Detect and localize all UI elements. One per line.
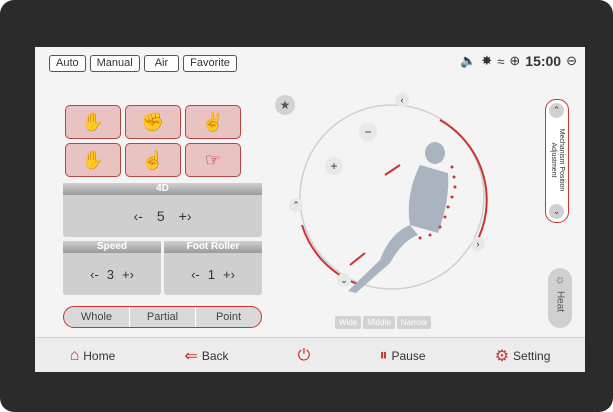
panel-4d-title: 4D — [63, 183, 262, 195]
recline-dial — [299, 104, 488, 293]
bluetooth-icon[interactable]: ✸ — [481, 53, 492, 69]
technique-grid: ✋ ✊ ✌ ✋ ☝ ☞ — [65, 105, 241, 177]
decrease-speed-button[interactable]: ‹- — [90, 267, 99, 282]
gear-icon: ⚙ — [494, 347, 510, 365]
back-label: Back — [201, 348, 229, 363]
area-partial-button[interactable]: Partial — [130, 307, 196, 327]
area-point-button[interactable]: Point — [196, 307, 261, 327]
clock: 15:00 — [525, 53, 562, 69]
mode-tabs: Auto Manual Air Favorite — [49, 55, 237, 72]
increase-4d-button[interactable]: +› — [179, 208, 192, 224]
area-whole-button[interactable]: Whole — [64, 307, 130, 327]
heat-button[interactable]: ☼ Heat — [548, 268, 572, 328]
value-4d: 5 — [156, 208, 165, 224]
width-narrow-button[interactable]: Narrow — [396, 316, 431, 329]
panel-4d: 4D ‹- 5 +› — [63, 183, 262, 237]
back-button[interactable]: ⇐ Back — [184, 346, 228, 366]
screen: Auto Manual Air Favorite 🔈 ✸ ≈ ⊕ 15:00 ⊖… — [35, 47, 585, 372]
wifi-icon: ≈ — [497, 53, 505, 69]
power-button[interactable]: ⏻ — [298, 347, 311, 365]
width-middle-button[interactable]: Middle — [363, 316, 395, 329]
recline-minus-button[interactable]: − — [359, 123, 377, 141]
dial-right-arrow-icon[interactable]: › — [471, 237, 485, 251]
kneading-icon[interactable]: ✌ — [185, 105, 241, 139]
knocking-icon[interactable]: ✋ — [65, 143, 121, 177]
setting-label: Setting — [513, 348, 551, 363]
home-button[interactable]: ⌂ Home — [70, 347, 116, 365]
dial-bottom-arrow-icon[interactable]: ⌄ — [337, 273, 351, 287]
back-icon: ⇐ — [184, 347, 198, 365]
decrease-4d-button[interactable]: ‹- — [134, 208, 143, 224]
status-bar: 🔈 ✸ ≈ ⊕ 15:00 ⊖ — [460, 53, 577, 69]
dial-left-arrow-icon[interactable]: ⌃ — [289, 198, 303, 212]
mechanism-down-button[interactable]: ⌄ — [549, 204, 564, 219]
home-label: Home — [83, 348, 116, 363]
area-selector: Whole Partial Point — [63, 306, 262, 328]
tab-auto[interactable]: Auto — [49, 55, 86, 72]
pause-label: Pause — [391, 348, 426, 363]
shiatsu-icon[interactable]: ☞ — [185, 143, 241, 177]
setting-button[interactable]: ⚙ Setting — [495, 346, 551, 366]
decrease-foot-button[interactable]: ‹- — [191, 267, 200, 282]
width-wide-button[interactable]: Wide — [335, 316, 362, 329]
panel-foot-title: Foot Roller — [164, 241, 262, 253]
value-speed: 3 — [106, 266, 114, 282]
pause-icon: ⏸ — [379, 346, 388, 364]
pause-button[interactable]: ⏸ Pause — [379, 347, 425, 365]
panel-foot-roller: Foot Roller ‹- 1 +› — [164, 241, 262, 295]
increase-foot-button[interactable]: +› — [223, 267, 235, 282]
recline-plus-button[interactable]: + — [325, 157, 343, 175]
plus-circle-icon[interactable]: ⊕ — [509, 53, 520, 69]
increase-speed-button[interactable]: +› — [122, 267, 134, 282]
tab-favorite[interactable]: Favorite — [183, 55, 237, 72]
mechanism-position-control: ⌃ Mechanism Position Adjustment ⌄ — [545, 99, 569, 223]
mechanism-label: Mechanism Position Adjustment — [550, 128, 565, 192]
pressing-icon[interactable]: ☝ — [125, 143, 181, 177]
tab-manual[interactable]: Manual — [89, 55, 140, 72]
tapping-icon[interactable]: ✊ — [125, 105, 181, 139]
heat-label: Heat — [554, 290, 566, 313]
value-foot: 1 — [207, 266, 215, 282]
sun-icon: ☼ — [554, 272, 566, 286]
minus-circle-icon[interactable]: ⊖ — [566, 53, 577, 69]
bottom-nav: ⌂ Home ⇐ Back ⏻ ⏸ Pause ⚙ Setting — [35, 337, 585, 372]
tab-air[interactable]: Air — [143, 55, 180, 72]
rubbing-icon[interactable]: ✋ — [65, 105, 121, 139]
width-selector: Wide Middle Narrow — [335, 316, 431, 329]
home-icon: ⌂ — [69, 346, 80, 364]
panel-speed-title: Speed — [63, 241, 161, 253]
body-figure-icon — [348, 142, 449, 293]
panel-speed: Speed ‹- 3 +› — [63, 241, 161, 295]
speaker-icon[interactable]: 🔈 — [460, 53, 476, 69]
dial-top-arrow-icon[interactable]: ‹ — [395, 93, 409, 107]
power-icon: ⏻ — [297, 346, 311, 364]
